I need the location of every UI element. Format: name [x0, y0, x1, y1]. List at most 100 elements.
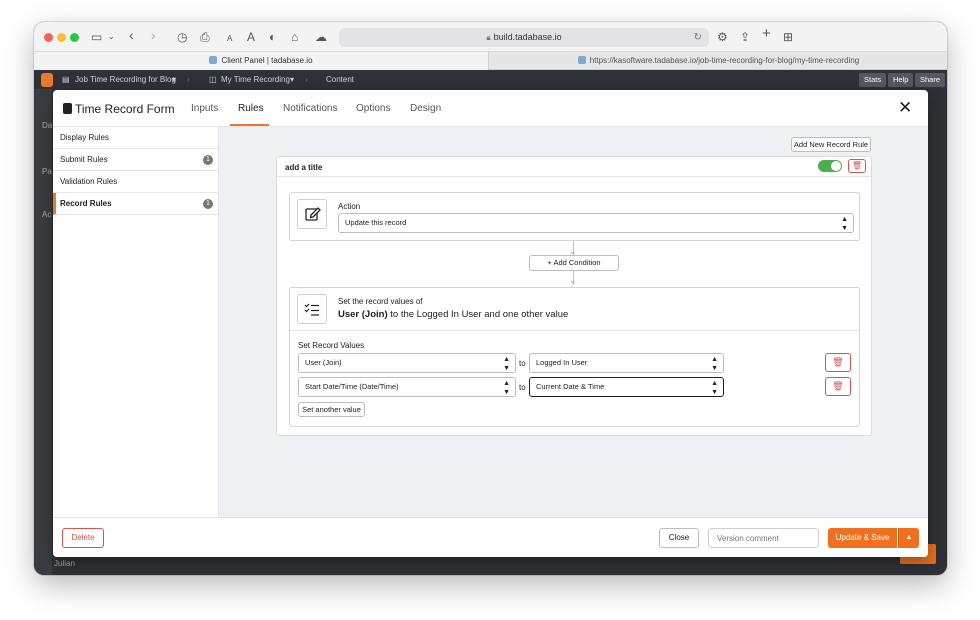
favicon-icon [209, 56, 218, 64]
share-icon[interactable]: ⇪ [740, 30, 750, 44]
count-badge: 1 [203, 155, 213, 165]
tab-design[interactable]: Design [410, 103, 441, 114]
form-settings-modal: Time Record Form Inputs Rules Notificati… [53, 90, 928, 557]
layout-icon: ◫ [209, 75, 217, 84]
add-condition-button[interactable]: + Add Condition [529, 255, 619, 271]
cloud-icon[interactable]: ☁ [315, 30, 327, 44]
close-button[interactable]: Close [659, 528, 699, 548]
print-icon[interactable]: ⎙ [200, 30, 210, 44]
set-another-value-button[interactable]: Set another value [298, 402, 365, 417]
database-logo-icon [41, 73, 53, 87]
checklist-icon [297, 294, 327, 324]
delete-button[interactable]: Delete [62, 528, 104, 548]
favicon-icon [577, 56, 586, 64]
active-tab-indicator [230, 124, 269, 126]
text-smaller-icon[interactable]: A [227, 32, 232, 46]
help-button[interactable]: Help [888, 73, 914, 87]
rule-enabled-toggle[interactable] [818, 160, 842, 172]
breadcrumb-separator-icon: › [187, 75, 190, 84]
to-label: to [519, 383, 526, 392]
remove-value-button[interactable]: 🗑︎ [825, 377, 851, 396]
save-options-caret-icon[interactable]: ▲ [898, 528, 919, 548]
dropdown-caret-icon: ▾ [172, 75, 177, 84]
sidebar-item-display-rules[interactable]: Display Rules [53, 127, 219, 149]
sidebar-toggle-icon[interactable]: ▭ [91, 30, 102, 44]
background-text: Da [42, 121, 53, 130]
builder-left-rail [34, 89, 52, 575]
record-rule-card: add a title 🗑︎ Action Update this record… [276, 156, 873, 436]
modal-header: Time Record Form Inputs Rules Notificati… [53, 90, 928, 127]
sidebar-item-submit-rules[interactable]: Submit Rules 1 [53, 149, 219, 171]
minimize-window-button[interactable] [57, 33, 66, 42]
dropdown-caret-icon: ▾ [290, 75, 295, 84]
action-select[interactable]: Update this record ▲ ▼ [338, 213, 854, 233]
sidebar-item-record-rules[interactable]: Record Rules 1 [53, 193, 219, 215]
tab-options[interactable]: Options [356, 103, 390, 114]
select-arrows-icon: ▲ ▼ [711, 356, 718, 372]
select-arrows-icon: ▲ ▼ [503, 380, 510, 396]
browser-toolbar: ▭ ⌄ ‹ › ◷ ⎙ A A ◐ ⌂ ☁ 🔒︎ build.tadabase.i… [34, 22, 947, 52]
background-text: Ac [42, 210, 52, 219]
field-select-row-2[interactable]: Start Date/Time (Date/Time) ▲ ▼ [298, 377, 516, 397]
database-icon: ▤ [62, 75, 70, 84]
action-box: Action Update this record ▲ ▼ [289, 192, 860, 241]
history-icon[interactable]: ◷ [177, 30, 187, 44]
set-values-summary: User (Join) to the Logged In User and on… [338, 309, 569, 320]
rules-sidebar: Display Rules Submit Rules 1 Validation R… [53, 127, 219, 517]
gear-icon[interactable]: ⚙ [717, 30, 728, 44]
trash-icon: 🗑︎ [832, 381, 844, 391]
tab-inputs[interactable]: Inputs [191, 103, 218, 114]
update-and-save-button[interactable]: Update & Save [828, 528, 897, 548]
breadcrumb-content[interactable]: Content [326, 75, 354, 84]
rule-title[interactable]: add a title [285, 163, 322, 172]
trash-icon: 🗑︎ [851, 161, 863, 170]
modal-title: Time Record Form [63, 102, 175, 116]
home-icon[interactable]: ⌂ [291, 30, 298, 44]
add-new-record-rule-button[interactable]: Add New Record Rule [791, 137, 871, 152]
browser-tab-client-panel[interactable]: Client Panel | tadabase.io [34, 52, 489, 70]
field-select-row-1[interactable]: User (Join) ▲ ▼ [298, 353, 516, 373]
close-window-button[interactable] [44, 33, 53, 42]
count-badge: 1 [203, 199, 213, 209]
reload-icon[interactable]: ↻ [694, 28, 702, 47]
set-record-values-label: Set Record Values [298, 341, 365, 350]
remove-value-button[interactable]: 🗑︎ [825, 353, 851, 372]
text-larger-icon[interactable]: A [247, 30, 255, 44]
back-icon[interactable]: ‹ [129, 28, 134, 42]
delete-rule-button[interactable]: 🗑︎ [848, 159, 866, 173]
chevron-down-icon: ⌄ [569, 275, 577, 285]
new-tab-icon[interactable]: + [762, 26, 771, 41]
select-arrows-icon: ▲ ▼ [711, 380, 718, 396]
chevron-down-icon[interactable]: ⌄ [108, 30, 115, 44]
maximize-window-button[interactable] [70, 33, 79, 42]
browser-tab-app-page[interactable]: https://kasoftware.tadabase.io/job-time-… [490, 52, 947, 70]
trash-icon: 🗑︎ [832, 357, 844, 367]
stats-button[interactable]: Stats [859, 73, 887, 87]
sidebar-item-validation-rules[interactable]: Validation Rules [53, 171, 219, 193]
shield-icon[interactable]: ◐ [269, 30, 276, 44]
tab-notifications[interactable]: Notifications [283, 103, 337, 114]
lock-icon: 🔒︎ [486, 33, 491, 42]
tab-rules[interactable]: Rules [238, 103, 264, 114]
browser-tabstrip: Client Panel | tadabase.io https://kasof… [34, 52, 947, 70]
share-button[interactable]: Share [915, 73, 946, 87]
rules-content: Add New Record Rule add a title 🗑︎ Actio… [219, 127, 928, 517]
value-select-row-2[interactable]: Current Date & Time ▲ ▼ [529, 377, 724, 397]
forward-icon[interactable]: › [151, 28, 156, 42]
address-bar[interactable]: 🔒︎ build.tadabase.io ↻ [339, 28, 709, 47]
app-header: ▤ Job Time Recording for Blog ▾ › ◫ My T… [34, 70, 947, 89]
select-arrows-icon: ▲ ▼ [841, 216, 848, 232]
breadcrumb-separator-icon: › [305, 75, 308, 84]
page-selector[interactable]: My Time Recording [221, 75, 290, 84]
set-values-box: Set the record values of User (Join) to … [289, 287, 860, 427]
tab-overview-icon[interactable]: ⊞ [783, 30, 793, 44]
close-icon[interactable]: ✕ [898, 99, 912, 116]
edit-icon [297, 199, 327, 229]
background-text: Julian [54, 559, 75, 568]
value-select-row-1[interactable]: Logged In User ▲ ▼ [529, 353, 724, 373]
select-arrows-icon: ▲ ▼ [503, 356, 510, 372]
version-comment-input[interactable] [708, 528, 819, 548]
divider [277, 176, 873, 177]
app-selector[interactable]: Job Time Recording for Blog [75, 75, 176, 84]
modal-footer: Delete Close Update & Save ▲ [53, 517, 928, 557]
